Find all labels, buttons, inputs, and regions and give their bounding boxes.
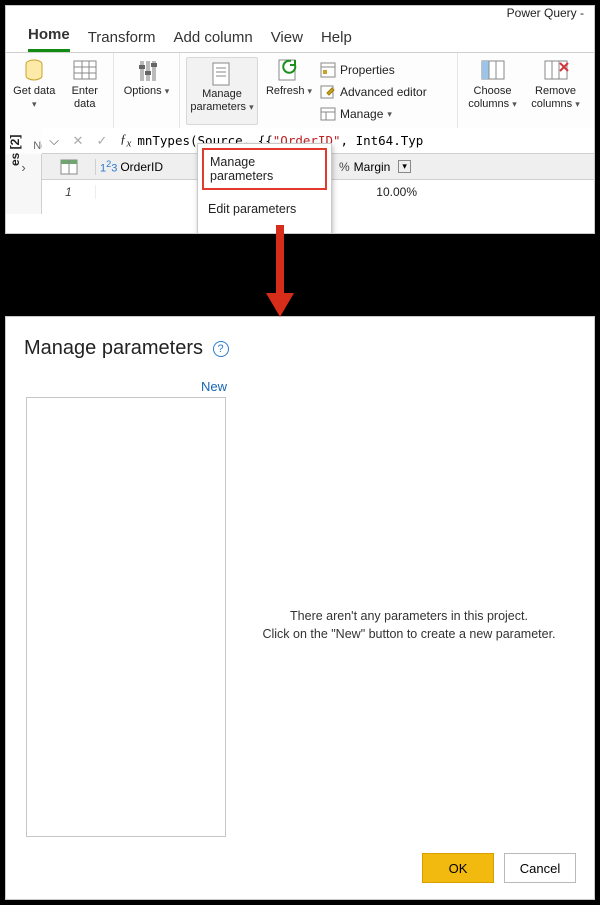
power-query-window: Power Query - Home Transform Add column … <box>5 5 595 234</box>
properties-icon <box>320 62 336 78</box>
ok-button[interactable]: OK <box>422 853 494 883</box>
advanced-editor-button[interactable]: Advanced editor <box>320 81 442 103</box>
options-button[interactable]: Options ▾ <box>124 57 170 98</box>
row-index: 1 <box>42 185 96 199</box>
cancel-button[interactable]: Cancel <box>504 853 576 883</box>
properties-button[interactable]: Properties <box>320 59 442 81</box>
formula-cancel-icon[interactable]: ✕ <box>66 133 90 149</box>
column-header-margin[interactable]: % Margin ▾ <box>335 160 425 174</box>
tab-add-column[interactable]: Add column <box>173 29 252 52</box>
manage-button[interactable]: Manage ▾ <box>320 103 442 125</box>
manage-parameters-dialog: Manage parameters ? New There aren't any… <box>5 316 595 900</box>
choose-columns-icon <box>479 57 507 85</box>
new-parameter-link[interactable]: New <box>201 379 227 394</box>
manage-parameters-menu: Manage parameters Edit parameters New pa… <box>197 143 332 234</box>
dialog-title: Manage parameters ? <box>6 317 594 360</box>
fx-icon[interactable]: ƒx <box>114 131 137 150</box>
help-icon[interactable]: ? <box>213 341 229 357</box>
queries-label: es [2] <box>8 135 22 166</box>
manage-parameters-button[interactable]: Manage parameters ▾ <box>186 57 258 125</box>
formula-accept-icon[interactable]: ✓ <box>90 133 114 149</box>
ribbon-tabs: Home Transform Add column View Help <box>6 24 594 52</box>
editor-icon <box>320 84 336 100</box>
column-header-orderid[interactable]: 123 OrderID <box>96 159 200 175</box>
database-icon <box>20 57 48 85</box>
parameters-icon <box>208 60 236 88</box>
get-data-button[interactable]: Get data ▾ <box>12 57 57 111</box>
tab-help[interactable]: Help <box>321 29 352 52</box>
refresh-button[interactable]: Refresh ▾ <box>264 57 314 125</box>
tab-view[interactable]: View <box>271 29 303 52</box>
callout-arrow <box>260 225 300 320</box>
menu-item-manage-parameters[interactable]: Manage parameters <box>202 148 327 190</box>
enter-data-button[interactable]: Enter data <box>63 57 108 111</box>
remove-columns-icon <box>542 57 570 85</box>
empty-state-message: There aren't any parameters in this proj… <box>244 607 574 643</box>
tab-home[interactable]: Home <box>28 26 70 52</box>
window-title: Power Query - <box>6 6 594 24</box>
chevron-down-icon[interactable]: ▾ <box>398 160 411 173</box>
refresh-icon <box>275 57 303 85</box>
tab-transform[interactable]: Transform <box>88 29 156 52</box>
menu-item-edit-parameters[interactable]: Edit parameters <box>198 194 331 224</box>
parameters-listbox[interactable] <box>26 397 226 837</box>
cell-margin: 10.00% <box>335 185 421 199</box>
formula-dropdown-icon[interactable]: ⌵ <box>42 133 66 149</box>
options-icon <box>133 57 161 85</box>
choose-columns-button[interactable]: Choose columns ▾ <box>464 57 521 111</box>
table-header-icon[interactable] <box>60 159 78 175</box>
remove-columns-button[interactable]: Remove columns ▾ <box>527 57 584 111</box>
table-icon <box>71 57 99 85</box>
manage-icon <box>320 106 336 122</box>
